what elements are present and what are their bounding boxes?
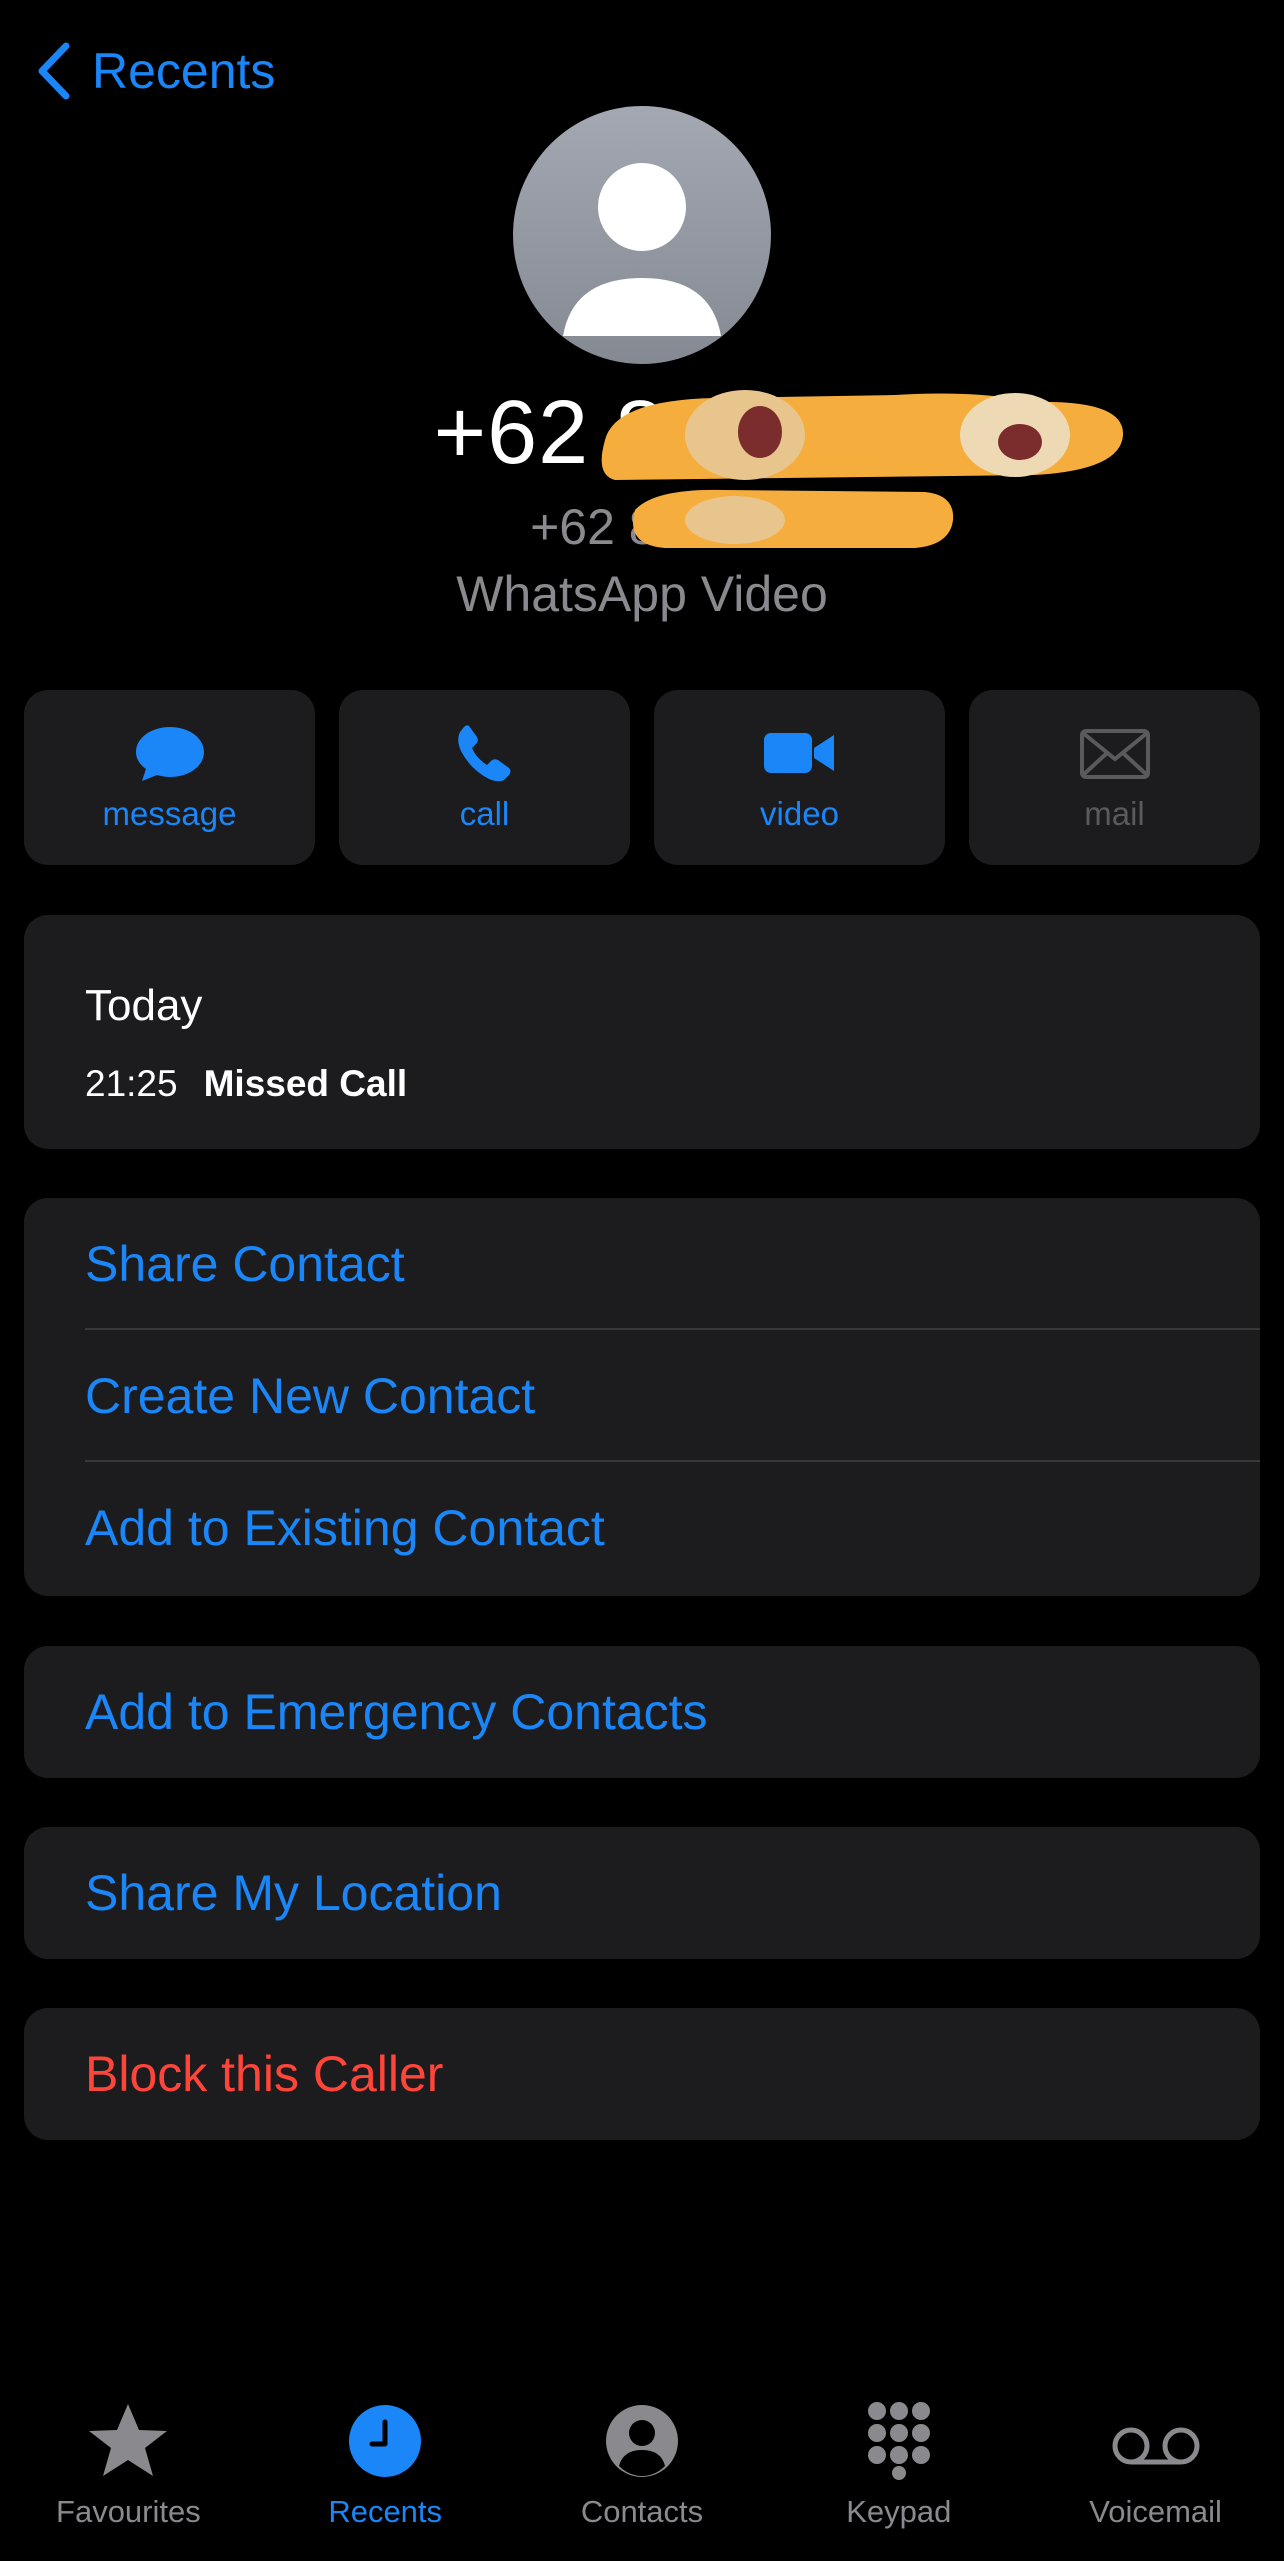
location-card: Share My Location bbox=[24, 1827, 1260, 1959]
call-label: call bbox=[459, 794, 510, 832]
add-to-existing-contact-button[interactable]: Add to Existing Contact bbox=[24, 1462, 1260, 1594]
tab-keypad-label: Keypad bbox=[846, 2494, 952, 2529]
tab-bar: Favourites Recents Contacts Keypad Voice… bbox=[0, 2390, 1284, 2561]
tab-voicemail[interactable]: Voicemail bbox=[1036, 2390, 1276, 2561]
voicemail-icon bbox=[1112, 2427, 1200, 2465]
call-status: Missed Call bbox=[203, 1063, 408, 1104]
person-circle-icon bbox=[605, 2405, 678, 2477]
message-button[interactable]: message bbox=[24, 690, 315, 865]
tab-favourites[interactable]: Favourites bbox=[8, 2390, 248, 2561]
video-icon bbox=[763, 723, 836, 783]
add-emergency-contact-button[interactable]: Add to Emergency Contacts bbox=[24, 1646, 1260, 1778]
mail-button[interactable]: mail bbox=[969, 690, 1260, 865]
emergency-card: Add to Emergency Contacts bbox=[24, 1646, 1260, 1778]
contact-options-list: Share Contact Create New Contact Add to … bbox=[24, 1198, 1260, 1596]
chevron-left-icon bbox=[38, 42, 70, 100]
tab-contacts-label: Contacts bbox=[580, 2494, 704, 2529]
clock-icon bbox=[349, 2405, 422, 2477]
quick-actions: message call video mail bbox=[24, 690, 1260, 865]
video-button[interactable]: video bbox=[654, 690, 945, 865]
block-caller-button[interactable]: Block this Caller bbox=[24, 2008, 1260, 2140]
avatar bbox=[513, 106, 771, 364]
redaction-sticker bbox=[601, 390, 1124, 548]
message-icon bbox=[134, 723, 206, 783]
phone-icon bbox=[449, 723, 521, 783]
star-icon bbox=[89, 2404, 168, 2476]
tab-recents[interactable]: Recents bbox=[265, 2390, 505, 2561]
mail-label: mail bbox=[1084, 794, 1145, 832]
create-new-contact-button[interactable]: Create New Contact bbox=[24, 1330, 1260, 1462]
call-log-card: Today 21:25 Missed Call bbox=[24, 915, 1260, 1149]
person-placeholder-icon bbox=[563, 163, 721, 336]
call-button[interactable]: call bbox=[339, 690, 630, 865]
video-label: video bbox=[760, 794, 839, 832]
back-button[interactable]: Recents bbox=[36, 38, 275, 104]
share-location-button[interactable]: Share My Location bbox=[24, 1827, 1260, 1959]
block-card: Block this Caller bbox=[24, 2008, 1260, 2140]
tab-keypad[interactable]: Keypad bbox=[779, 2390, 1019, 2561]
tab-recents-label: Recents bbox=[328, 2494, 443, 2529]
tab-favourites-label: Favourites bbox=[56, 2494, 201, 2529]
keypad-icon bbox=[867, 2402, 930, 2480]
message-label: message bbox=[102, 794, 237, 832]
back-label: Recents bbox=[92, 43, 276, 99]
call-log-day: Today bbox=[85, 981, 203, 1030]
tab-contacts[interactable]: Contacts bbox=[522, 2390, 762, 2561]
share-contact-button[interactable]: Share Contact bbox=[24, 1198, 1260, 1330]
call-time: 21:25 bbox=[85, 1063, 178, 1104]
tab-voicemail-label: Voicemail bbox=[1089, 2494, 1222, 2529]
mail-icon bbox=[1079, 723, 1151, 783]
call-log-entry: 21:25 Missed Call bbox=[85, 1063, 407, 1105]
